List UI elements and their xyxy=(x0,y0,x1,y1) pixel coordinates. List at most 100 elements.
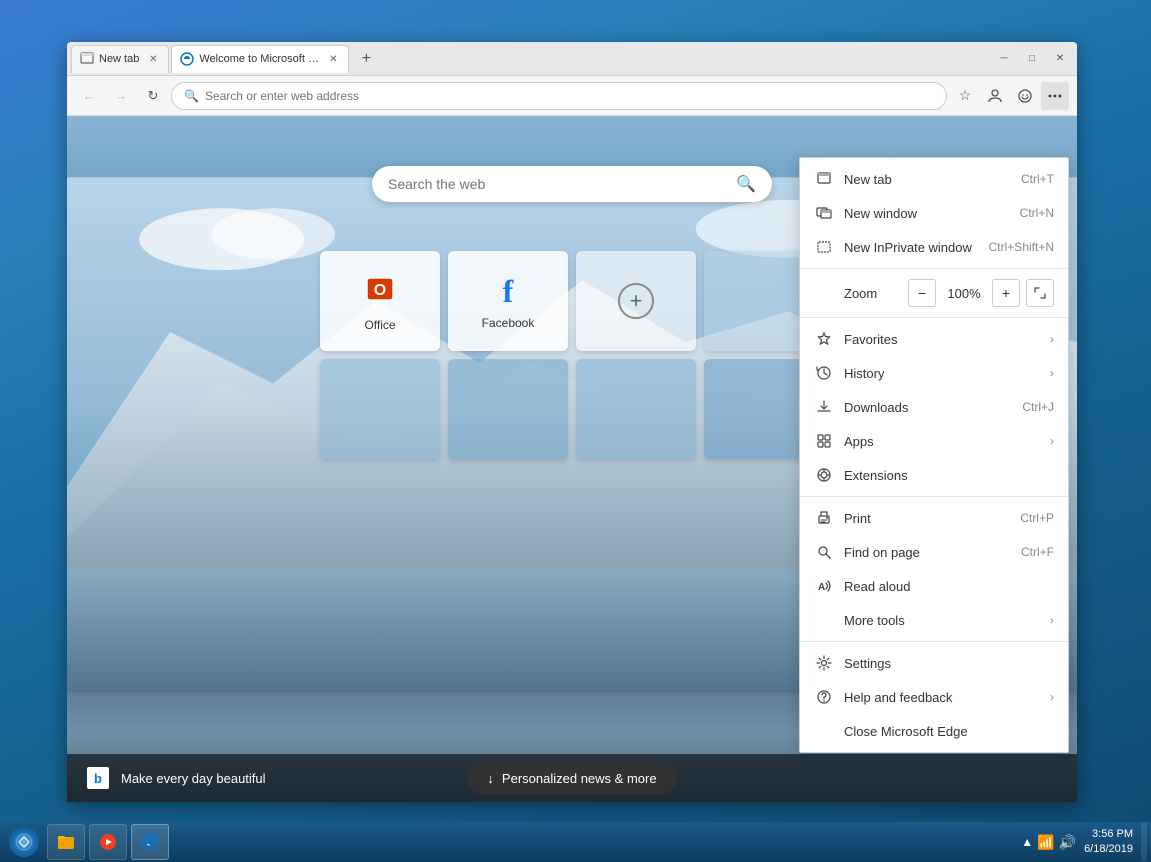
edge-tab-label: Welcome to Microsoft Edge Can... xyxy=(199,53,319,65)
menu-label-downloads: Downloads xyxy=(844,400,1022,415)
menu-item-history[interactable]: History › xyxy=(800,356,1068,390)
menu-shortcut-new-tab: Ctrl+T xyxy=(1021,172,1054,186)
office-tile-label: Office xyxy=(364,318,395,332)
menu-label-more-tools: More tools xyxy=(844,613,1050,628)
nav-right-buttons: ☆ xyxy=(951,82,1069,110)
menu-item-help[interactable]: Help and feedback › xyxy=(800,680,1068,714)
account-button[interactable] xyxy=(981,82,1009,110)
menu-label-zoom: Zoom xyxy=(844,286,908,301)
menu-shortcut-find: Ctrl+F xyxy=(1021,545,1054,559)
inprivate-menu-icon xyxy=(814,237,834,257)
menu-label-settings: Settings xyxy=(844,656,1054,671)
zoom-out-button[interactable]: − xyxy=(908,279,936,307)
menu-label-apps: Apps xyxy=(844,434,1050,449)
maximize-button[interactable]: □ xyxy=(1019,49,1045,69)
menu-item-print[interactable]: Print Ctrl+P xyxy=(800,501,1068,535)
address-bar[interactable]: 🔍 xyxy=(171,82,947,110)
bing-icon: b xyxy=(87,767,109,789)
desktop: New tab ✕ Welcome to Microsoft Edge Can.… xyxy=(0,0,1151,862)
blank-tile-2[interactable] xyxy=(320,359,440,459)
read-aloud-menu-icon: A xyxy=(814,576,834,596)
refresh-button[interactable]: ↻ xyxy=(139,82,167,110)
menu-item-read-aloud[interactable]: A Read aloud xyxy=(800,569,1068,603)
tab-edge-welcome[interactable]: Welcome to Microsoft Edge Can... ✕ xyxy=(171,45,349,73)
svg-text:O: O xyxy=(374,282,386,299)
add-site-tile[interactable]: + xyxy=(576,251,696,351)
tab-new-tab[interactable]: New tab ✕ xyxy=(71,45,169,73)
bing-bar: b Make every day beautiful ↓ Personalize… xyxy=(67,754,1077,802)
menu-item-close-edge[interactable]: Close Microsoft Edge xyxy=(800,714,1068,748)
menu-label-history: History xyxy=(844,366,1050,381)
svg-text:A: A xyxy=(818,582,825,593)
menu-item-more-tools[interactable]: More tools › xyxy=(800,603,1068,637)
menu-label-print: Print xyxy=(844,511,1020,526)
facebook-tile[interactable]: f Facebook xyxy=(448,251,568,351)
blank-tile-4[interactable] xyxy=(576,359,696,459)
system-clock[interactable]: 3:56 PM 6/18/2019 xyxy=(1084,827,1133,858)
menu-item-new-window[interactable]: New window Ctrl+N xyxy=(800,196,1068,230)
apps-menu-icon xyxy=(814,431,834,451)
search-box[interactable]: 🔍 xyxy=(372,166,772,202)
menu-item-inprivate[interactable]: New InPrivate window Ctrl+Shift+N xyxy=(800,230,1068,264)
zoom-value-display: 100% xyxy=(944,286,984,301)
start-button[interactable] xyxy=(4,823,44,861)
extensions-menu-icon xyxy=(814,465,834,485)
menu-item-favorites[interactable]: Favorites › xyxy=(800,322,1068,356)
personalized-news-button[interactable]: ↓ Personalized news & more xyxy=(467,763,676,794)
search-submit-icon[interactable]: 🔍 xyxy=(736,174,756,194)
menu-shortcut-inprivate: Ctrl+Shift+N xyxy=(989,240,1054,254)
taskbar-file-manager[interactable] xyxy=(47,824,85,860)
taskbar-media-player[interactable] xyxy=(89,824,127,860)
more-tools-arrow-icon: › xyxy=(1050,613,1054,627)
menu-item-zoom: Zoom − 100% + xyxy=(800,273,1068,313)
new-window-menu-icon xyxy=(814,203,834,223)
menu-button[interactable] xyxy=(1041,82,1069,110)
tray-up-arrow[interactable]: ▲ xyxy=(1021,835,1033,849)
new-tab-menu-icon xyxy=(814,169,834,189)
feedback-button[interactable] xyxy=(1011,82,1039,110)
downloads-menu-icon xyxy=(814,397,834,417)
menu-item-new-tab[interactable]: New tab Ctrl+T xyxy=(800,162,1068,196)
menu-divider-4 xyxy=(800,641,1068,642)
menu-item-extensions[interactable]: Extensions xyxy=(800,458,1068,492)
bing-logo: b xyxy=(87,767,109,789)
menu-label-help: Help and feedback xyxy=(844,690,1050,705)
blank-tile-3[interactable] xyxy=(448,359,568,459)
tray-network-icon[interactable]: 📶 xyxy=(1037,834,1054,851)
favorite-button[interactable]: ☆ xyxy=(951,82,979,110)
menu-label-read-aloud: Read aloud xyxy=(844,579,1054,594)
taskbar-edge-app[interactable] xyxy=(131,824,169,860)
menu-item-apps[interactable]: Apps › xyxy=(800,424,1068,458)
office-icon: O xyxy=(362,271,398,312)
zoom-in-button[interactable]: + xyxy=(992,279,1020,307)
taskbar: ▲ 📶 🔊 3:56 PM 6/18/2019 xyxy=(0,822,1151,862)
menu-label-close-edge: Close Microsoft Edge xyxy=(844,724,1054,739)
new-tab-button[interactable]: + xyxy=(353,46,379,72)
close-button[interactable]: ✕ xyxy=(1047,49,1073,69)
back-button[interactable]: ← xyxy=(75,82,103,110)
new-tab-close-btn[interactable]: ✕ xyxy=(146,52,160,66)
start-orb-icon xyxy=(9,827,39,857)
new-tab-label: New tab xyxy=(99,53,139,65)
menu-item-settings[interactable]: Settings xyxy=(800,646,1068,680)
menu-shortcut-downloads: Ctrl+J xyxy=(1022,400,1054,414)
nav-bar: ← → ↻ 🔍 ☆ xyxy=(67,76,1077,116)
forward-button[interactable]: → xyxy=(107,82,135,110)
address-input[interactable] xyxy=(205,89,934,103)
menu-item-downloads[interactable]: Downloads Ctrl+J xyxy=(800,390,1068,424)
zoom-expand-button[interactable] xyxy=(1026,279,1054,307)
menu-item-find[interactable]: Find on page Ctrl+F xyxy=(800,535,1068,569)
add-icon: + xyxy=(618,283,654,319)
favorites-arrow-icon: › xyxy=(1050,332,1054,346)
tray-volume-icon[interactable]: 🔊 xyxy=(1059,834,1076,851)
office-tile[interactable]: O Office xyxy=(320,251,440,351)
edge-tab-icon xyxy=(180,52,194,66)
show-desktop-btn[interactable] xyxy=(1141,823,1147,861)
news-btn-label: Personalized news & more xyxy=(502,771,657,786)
tray-icons: ▲ 📶 🔊 xyxy=(1017,834,1080,851)
search-input[interactable] xyxy=(388,176,736,192)
minimize-button[interactable]: ─ xyxy=(991,49,1017,69)
new-tab-page-icon xyxy=(80,52,94,66)
edge-tab-close-btn[interactable]: ✕ xyxy=(326,52,340,66)
facebook-tile-label: Facebook xyxy=(482,316,535,330)
